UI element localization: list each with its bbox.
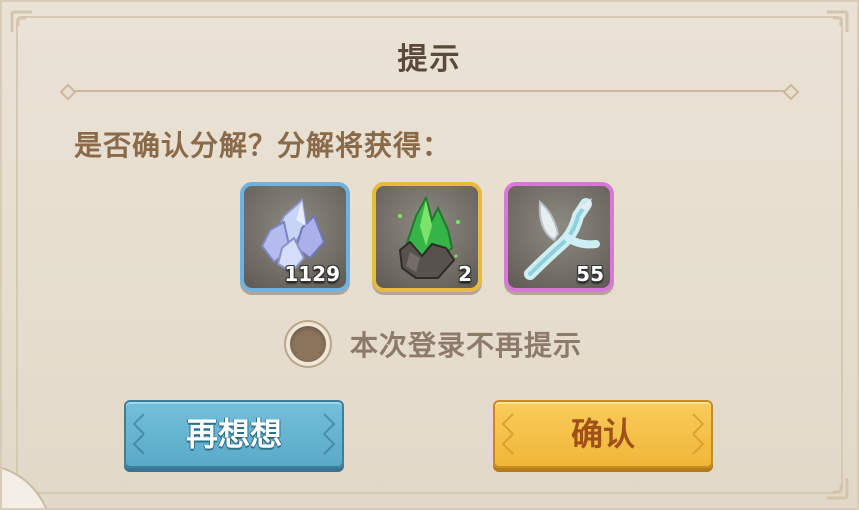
item-count: 1129: [284, 262, 340, 286]
chevron-decoration-icon: [692, 413, 705, 455]
dialog-title: 提示: [397, 42, 462, 77]
item-count: 2: [458, 262, 472, 286]
dont-remind-label: 本次登录不再提示: [350, 329, 583, 362]
dont-remind-toggle[interactable]: 本次登录不再提示: [286, 322, 582, 366]
confirm-button-label: 确认: [570, 415, 635, 453]
item-count: 55: [576, 262, 604, 286]
chevron-decoration-icon: [132, 413, 145, 455]
confirm-button[interactable]: 确认: [493, 400, 713, 468]
chevron-decoration-icon: [501, 413, 514, 455]
dont-remind-radio[interactable]: [286, 322, 330, 366]
cancel-button-label: 再想想: [185, 415, 282, 453]
reward-item-crystal[interactable]: 1129: [240, 182, 350, 292]
title-divider: [59, 83, 800, 101]
corner-ornament-icon: [827, 478, 849, 500]
chevron-decoration-icon: [323, 413, 336, 455]
reward-item-green-ore[interactable]: 2: [372, 182, 482, 292]
reward-items: 1129 2 55: [240, 182, 614, 292]
cancel-button[interactable]: 再想想: [124, 400, 344, 468]
reward-item-branch[interactable]: 55: [504, 182, 614, 292]
page-curl-icon: [2, 467, 47, 508]
confirm-dialog: 提示 是否确认分解？分解将获得： 1129 2 55 本次登录不再提示 再想想 …: [0, 0, 859, 510]
confirm-message: 是否确认分解？分解将获得：: [74, 129, 452, 162]
